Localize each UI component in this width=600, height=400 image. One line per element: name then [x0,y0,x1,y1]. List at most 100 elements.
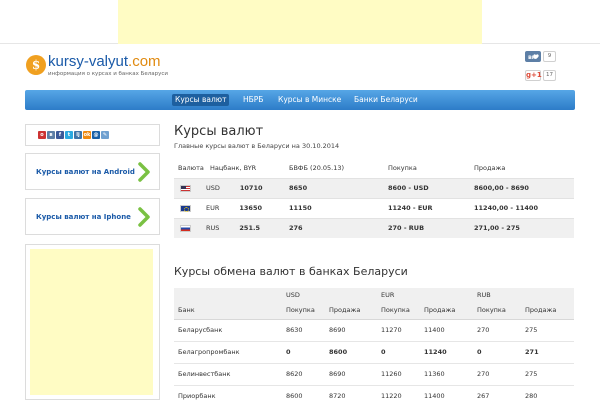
odnoklassniki-icon[interactable]: ok [83,131,91,139]
sidebar-ad-banner[interactable] [30,249,153,395]
bank-rate-cell: 11240 [420,341,474,364]
logo-name: kursy-valyut [48,53,129,70]
bank-name[interactable]: Приорбанк [174,385,282,400]
bookmark-icon[interactable]: в [47,131,55,139]
table-row: Белинвестбанк 8620 8690 11260 11360 270 275 [174,363,575,386]
share-icons: о в f t lj ok @ ✎ [38,131,110,140]
logo-suffix: .com [128,53,161,70]
rates-flag-cell [174,177,206,198]
nav-item-rates[interactable]: Курсы валют [172,94,230,106]
eu-flag-icon [180,204,191,212]
banks-body: Беларусбанк 8630 8690 11270 11400 270 275 Белаг… [174,319,575,400]
banks-col-sell: Продажа [420,302,474,320]
bank-name[interactable]: Беларусбанк [174,319,282,342]
sell-rate: 11240,00 - 11400 [470,197,574,218]
rates-flag-cell [174,217,206,238]
bank-rate-cell: 11400 [420,385,474,400]
nav-item-nbrb[interactable]: НБРБ [240,94,266,106]
usa-flag-icon [180,184,191,192]
chevron-right-icon [138,207,150,227]
bank-rate-cell: 275 [521,319,575,342]
bank-rate-cell: 8690 [325,319,378,342]
bank-rate-cell: 8720 [325,385,378,400]
vk-like-icon[interactable]: вк [525,51,541,62]
share-panel: о в f t lj ok @ ✎ [25,124,160,146]
bank-rate-cell: 11400 [420,319,474,342]
main-nav: Курсы валют НБРБ Курсы в Минске Банки Бе… [25,90,575,110]
rates-row-cell: USD 10710 [206,177,285,198]
sidebar-ad-frame [25,244,160,400]
rates-col-currency: Валюта [178,163,204,172]
table-row: Беларусбанк 8630 8690 11270 11400 270 275 [174,319,575,342]
bank-rate-cell: 270 [473,319,522,342]
currency-code: RUS [206,224,220,233]
rates-col-buy: Покупка [388,163,417,172]
bank-rate-cell: 280 [521,385,575,400]
banks-col-buy: Покупка [377,302,421,320]
nav-item-minsk[interactable]: Курсы в Минске [275,94,344,106]
buy-rate: 270 - RUB [384,217,470,238]
bvfb-rate: 276 [285,217,384,238]
top-bar [0,0,600,44]
logo-tagline: информация о курсах и банках Беларуси [48,71,168,77]
buy-rate: 8600 - USD [384,177,470,198]
android-app-label: Курсы валют на Android [36,168,135,176]
bank-rate-cell: 11260 [377,363,421,386]
table-row: Белагропромбанк 0 8600 0 11240 0 271 [174,341,575,364]
nbrb-rate: 10710 [239,184,263,192]
facebook-icon[interactable]: f [56,131,64,139]
currency-code: USD [206,184,220,192]
nav-item-banks[interactable]: Банки Беларуси [351,94,421,106]
rates-col-sell: Продажа [474,163,506,172]
bank-rate-cell: 8620 [282,363,325,386]
rates-col-nbrb: Нацбанк, BYR [210,163,257,172]
currency-code: EUR [206,204,220,212]
twitter-icon[interactable]: t [65,131,73,139]
nbrb-rate: 13650 [239,204,263,212]
bank-rate-cell: 11270 [377,319,421,342]
bank-name[interactable]: Белинвестбанк [174,363,282,386]
vk-like-widget[interactable]: вк 9 [525,51,557,62]
dollar-coin-icon: $ [26,55,46,75]
livejournal-icon[interactable]: lj [74,131,82,139]
bank-rate-cell: 270 [473,363,522,386]
bank-rate-cell: 8630 [282,319,325,342]
banks-col-sell: Продажа [325,302,378,320]
gplus-widget[interactable]: g+1 17 [525,70,557,81]
gplus-count: 17 [543,70,556,81]
bank-rate-cell: 275 [521,363,575,386]
site-logo[interactable]: $ kursy-valyut.com информация о курсах и… [26,53,176,81]
bank-rate-cell: 0 [377,341,421,364]
vk-like-count: 9 [543,51,556,62]
bank-rate-cell: 267 [473,385,522,400]
table-row: Приорбанк 8600 8720 11220 11400 267 280 [174,385,575,400]
link-icon[interactable]: ✎ [101,131,109,139]
sell-rate: 8600,00 - 8690 [470,177,574,198]
rates-row-cell: EUR 13650 [206,197,285,218]
android-app-link[interactable]: Курсы валют на Android [25,153,160,190]
rates-row-cell: RUS 251.5 [206,217,285,238]
bank-rate-cell: 0 [282,341,325,364]
rates-header-row: Валюта Нацбанк, BYR БВФБ (20.05.13) Поку… [174,158,574,178]
banks-group-usd: USD [282,288,378,302]
bvfb-rate: 8650 [285,177,384,198]
table-row: RUS 251.5 276 270 - RUB 271,00 - 275 [174,217,574,238]
banks-col-buy: Покупка [473,302,522,320]
iphone-app-link[interactable]: Курсы валют на Iphone [25,198,160,235]
bank-name[interactable]: Белагропромбанк [174,341,282,364]
top-ad-banner[interactable] [118,0,482,44]
opera-icon[interactable]: о [38,131,46,139]
sell-rate: 271,00 - 275 [470,217,574,238]
banks-subheader-row: Банк Покупка Продажа Покупка Продажа Пок… [174,302,575,320]
iphone-app-label: Курсы валют на Iphone [36,213,131,221]
rates-col-bvfb: БВФБ (20.05.13) [289,163,345,172]
bank-rate-cell: 0 [473,341,522,364]
banks-col-sell: Продажа [521,302,575,320]
bank-rate-cell: 8600 [282,385,325,400]
page-title: Курсы валют [174,124,264,139]
page-subtitle: Главные курсы валют в Беларуси на 30.10.… [174,142,340,150]
bank-rate-cell: 8690 [325,363,378,386]
gplus-button[interactable]: g+1 [525,70,542,81]
banks-col-buy: Покупка [282,302,325,320]
mailru-icon[interactable]: @ [92,131,100,139]
